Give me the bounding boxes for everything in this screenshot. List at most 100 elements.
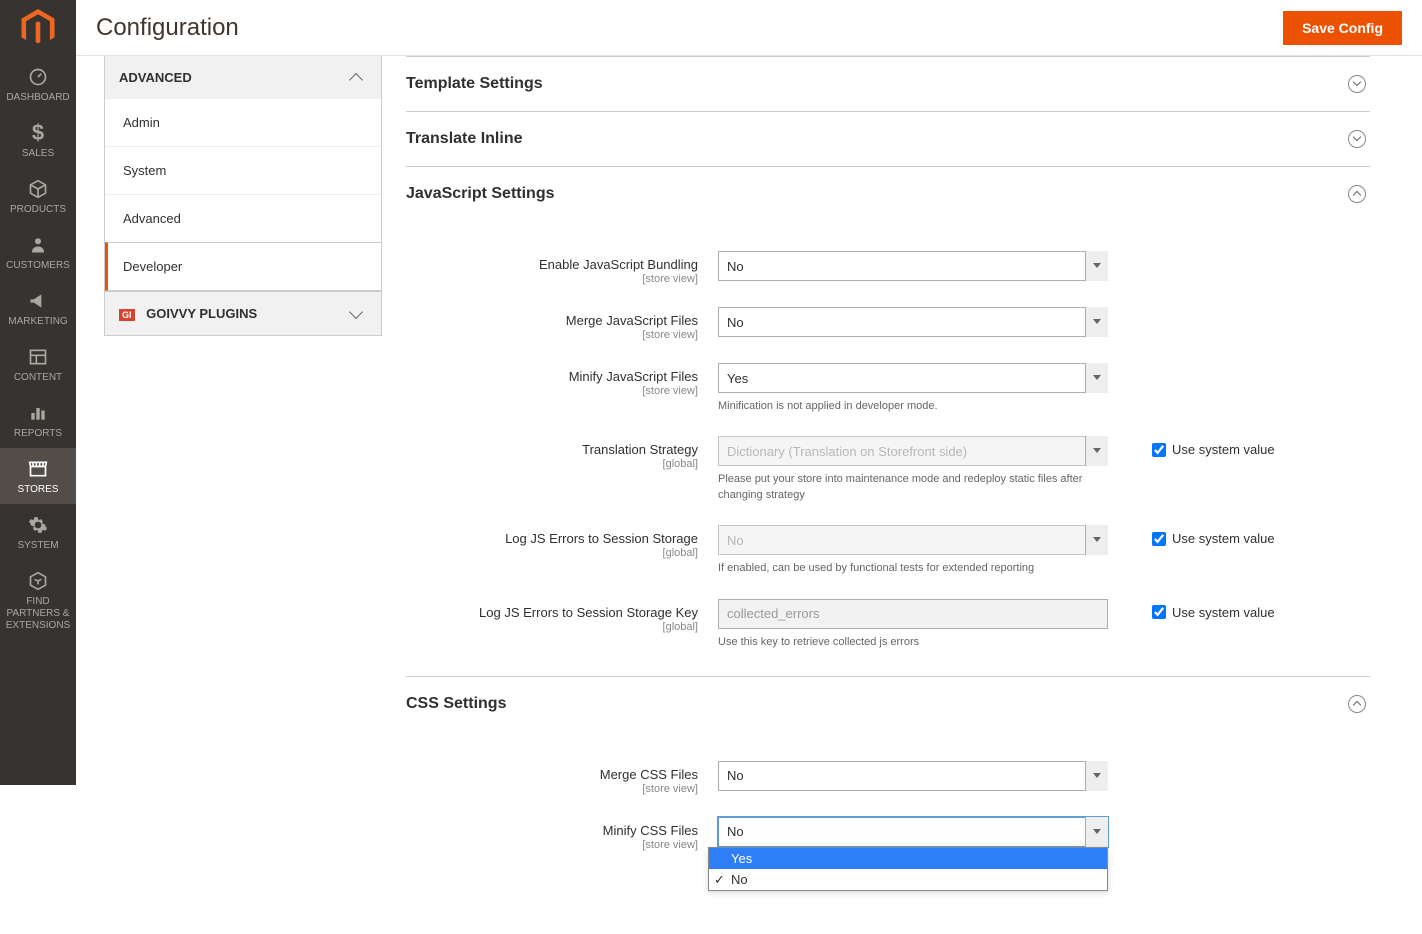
expand-icon xyxy=(1348,130,1366,148)
collapse-icon xyxy=(1348,185,1366,203)
nav-label: FIND PARTNERS & EXTENSIONS xyxy=(4,596,72,632)
log-js-errors-key-input xyxy=(718,599,1108,629)
translation-strategy-select: Dictionary (Translation on Storefront si… xyxy=(718,436,1108,466)
nav-label: REPORTS xyxy=(14,428,62,440)
field-label: Minify CSS Files xyxy=(603,823,698,838)
field-scope: [global] xyxy=(406,621,698,633)
field-scope: [store view] xyxy=(406,839,698,851)
use-system-label: Use system value xyxy=(1172,605,1275,620)
config-item-developer[interactable]: Developer xyxy=(105,242,381,291)
field-note: Please put your store into maintenance m… xyxy=(718,472,1108,503)
use-system-label: Use system value xyxy=(1172,442,1275,457)
field-enable-js-bundling: Enable JavaScript Bundling [store view] … xyxy=(406,245,1370,301)
store-icon xyxy=(28,458,48,480)
fieldset-css-settings: CSS Settings Merge CSS Files [store view… xyxy=(406,676,1370,894)
dropdown-option-yes[interactable]: Yes xyxy=(709,848,1107,869)
check-icon: ✓ xyxy=(714,872,725,888)
nav-marketing[interactable]: MARKETING xyxy=(0,280,76,336)
merge-css-select[interactable]: No xyxy=(718,761,1108,791)
config-item-advanced[interactable]: Advanced xyxy=(105,194,381,242)
config-section-goivvy-toggle[interactable]: GI GOIVVY PLUGINS xyxy=(105,292,381,335)
field-log-js-errors: Log JS Errors to Session Storage [global… xyxy=(406,519,1370,592)
field-note: If enabled, can be used by functional te… xyxy=(718,561,1108,576)
save-config-button[interactable]: Save Config xyxy=(1283,11,1402,45)
magento-logo-icon xyxy=(21,9,55,47)
config-item-admin[interactable]: Admin xyxy=(105,99,381,146)
use-system-translation-strategy[interactable] xyxy=(1152,443,1166,457)
nav-label: SALES xyxy=(22,148,54,160)
minify-js-select[interactable]: Yes xyxy=(718,363,1108,393)
field-label: Log JS Errors to Session Storage xyxy=(505,531,698,546)
fieldset-javascript-toggle[interactable]: JavaScript Settings xyxy=(406,167,1370,221)
field-label: Translation Strategy xyxy=(582,442,698,457)
field-scope: [store view] xyxy=(406,329,698,341)
chevron-up-icon xyxy=(349,72,363,86)
expand-icon xyxy=(1348,75,1366,93)
nav-customers[interactable]: CUSTOMERS xyxy=(0,224,76,280)
nav-label: CUSTOMERS xyxy=(6,260,70,272)
nav-sales[interactable]: $ SALES xyxy=(0,112,76,168)
layout-icon xyxy=(28,346,48,368)
nav-system[interactable]: SYSTEM xyxy=(0,504,76,560)
fieldset-translate-inline: Translate Inline xyxy=(406,112,1370,167)
fieldset-template-toggle[interactable]: Template Settings xyxy=(406,57,1370,112)
page-title: Configuration xyxy=(96,14,1283,42)
config-section-goivvy: GI GOIVVY PLUGINS xyxy=(104,291,382,336)
config-section-advanced-toggle[interactable]: ADVANCED xyxy=(105,56,381,99)
fieldset-translate-toggle[interactable]: Translate Inline xyxy=(406,112,1370,167)
nav-label: CONTENT xyxy=(14,372,62,384)
dropdown-option-no[interactable]: ✓No xyxy=(709,869,1107,890)
fieldset-title: CSS Settings xyxy=(406,695,506,713)
fieldset-template-settings: Template Settings xyxy=(406,56,1370,112)
field-label: Log JS Errors to Session Storage Key xyxy=(479,605,698,620)
fieldset-css-toggle[interactable]: CSS Settings xyxy=(406,677,1370,731)
field-merge-css: Merge CSS Files [store view] No xyxy=(406,755,1370,811)
field-log-js-errors-key: Log JS Errors to Session Storage Key [gl… xyxy=(406,593,1370,666)
use-system-log-js-errors[interactable] xyxy=(1152,532,1166,546)
nav-label: STORES xyxy=(18,484,59,496)
dollar-icon: $ xyxy=(32,122,44,144)
nav-products[interactable]: PRODUCTS xyxy=(0,168,76,224)
config-section-label: GI GOIVVY PLUGINS xyxy=(119,306,257,321)
config-nav: ADVANCED Admin System Advanced Developer… xyxy=(76,56,382,934)
page-header: Configuration Save Config xyxy=(76,0,1422,56)
nav-dashboard[interactable]: DASHBOARD xyxy=(0,56,76,112)
fieldset-title: JavaScript Settings xyxy=(406,185,555,203)
enable-js-bundling-select[interactable]: No xyxy=(718,251,1108,281)
use-system-log-js-errors-key[interactable] xyxy=(1152,605,1166,619)
fieldset-title: Template Settings xyxy=(406,75,543,93)
field-label: Minify JavaScript Files xyxy=(569,369,698,384)
magento-logo[interactable] xyxy=(0,0,76,56)
admin-sidebar: DASHBOARD $ SALES PRODUCTS CUSTOMERS MAR… xyxy=(0,0,76,785)
field-scope: [global] xyxy=(406,458,698,470)
nav-stores[interactable]: STORES xyxy=(0,448,76,504)
config-item-system[interactable]: System xyxy=(105,146,381,194)
minify-css-select[interactable]: No xyxy=(718,817,1108,847)
dashboard-icon xyxy=(28,66,48,88)
config-section-label: ADVANCED xyxy=(119,70,192,85)
gear-icon xyxy=(28,514,48,536)
minify-css-dropdown: Yes ✓No xyxy=(708,847,1108,891)
fieldset-title: Translate Inline xyxy=(406,130,522,148)
field-label: Merge CSS Files xyxy=(600,767,698,782)
nav-reports[interactable]: REPORTS xyxy=(0,392,76,448)
box-icon xyxy=(28,178,48,200)
use-system-label: Use system value xyxy=(1172,531,1275,546)
field-scope: [store view] xyxy=(406,273,698,285)
field-translation-strategy: Translation Strategy [global] Dictionary… xyxy=(406,430,1370,519)
plugin-badge-icon: GI xyxy=(119,309,135,321)
collapse-icon xyxy=(1348,695,1366,713)
field-minify-css: Minify CSS Files [store view] No Yes ✓No xyxy=(406,811,1370,884)
field-label: Enable JavaScript Bundling xyxy=(539,257,698,272)
nav-content[interactable]: CONTENT xyxy=(0,336,76,392)
field-note: Use this key to retrieve collected js er… xyxy=(718,635,1108,650)
nav-partners[interactable]: FIND PARTNERS & EXTENSIONS xyxy=(0,560,76,640)
config-section-advanced: ADVANCED Admin System Advanced Developer xyxy=(104,55,382,292)
field-merge-js: Merge JavaScript Files [store view] No xyxy=(406,301,1370,357)
field-note: Minification is not applied in developer… xyxy=(718,399,1108,414)
config-content: Template Settings Translate Inline JavaS… xyxy=(382,56,1398,934)
merge-js-select[interactable]: No xyxy=(718,307,1108,337)
nav-label: SYSTEM xyxy=(17,540,58,552)
fieldset-javascript-settings: JavaScript Settings Enable JavaScript Bu… xyxy=(406,167,1370,676)
nav-label: DASHBOARD xyxy=(6,92,69,104)
